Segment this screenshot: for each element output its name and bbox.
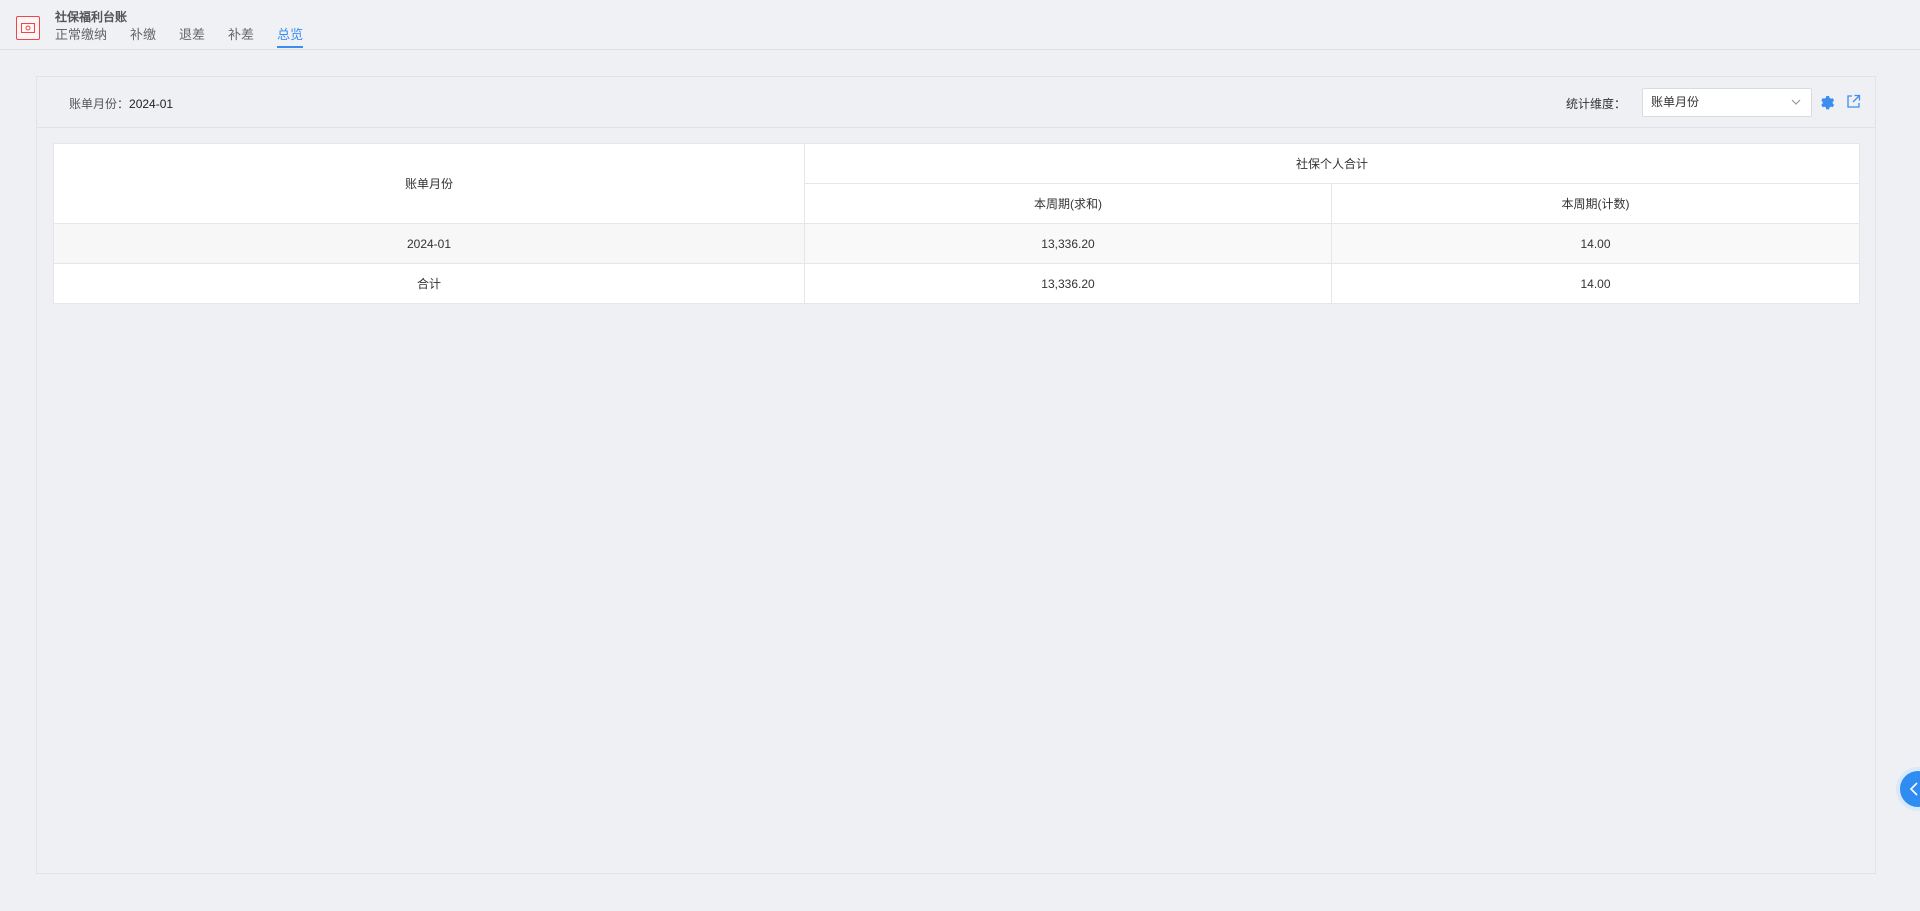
- chevron-left-icon: [1909, 782, 1918, 796]
- cell-month: 合计: [53, 263, 805, 304]
- side-toggle-button[interactable]: [1896, 767, 1920, 811]
- dimension-select-value: 账单月份: [1651, 95, 1700, 109]
- tab-supplement-difference[interactable]: 补差: [228, 27, 254, 49]
- overview-panel: 账单月份：2024-01 统计维度： 账单月份 账单月份 社保个人合计 本周期(…: [36, 76, 1876, 874]
- app-title: 社保福利台账: [55, 10, 128, 24]
- top-header: 社保福利台账 正常缴纳 补缴 退差 补差 总览: [0, 0, 1920, 50]
- table-total-row[interactable]: 合计 13,336.20 14.00: [53, 263, 1861, 304]
- tab-overview[interactable]: 总览: [277, 27, 304, 49]
- bill-month-value: 2024-01: [129, 97, 174, 111]
- filter-bar: 账单月份：2024-01 统计维度： 账单月份: [37, 77, 1875, 128]
- cell-sum: 13,336.20: [804, 223, 1332, 264]
- dimension-label: 统计维度：: [1565, 97, 1626, 111]
- column-header-count[interactable]: 本周期(计数): [1330, 183, 1861, 224]
- cell-month: 2024-01: [53, 223, 805, 264]
- summary-table: 账单月份 社保个人合计 本周期(求和) 本周期(计数) 2024-01 13,3…: [53, 143, 1861, 304]
- summary-table-wrapper: 账单月份 社保个人合计 本周期(求和) 本周期(计数) 2024-01 13,3…: [53, 143, 1861, 304]
- tab-refund-difference[interactable]: 退差: [179, 27, 205, 49]
- tab-back-payment[interactable]: 补缴: [130, 27, 156, 49]
- bill-month-info: 账单月份：2024-01: [69, 95, 173, 112]
- table-row[interactable]: 2024-01 13,336.20 14.00: [53, 223, 1861, 264]
- cell-count: 14.00: [1330, 223, 1861, 264]
- column-group-header: 社保个人合计: [803, 143, 1861, 184]
- chevron-down-icon: [1791, 99, 1801, 105]
- cell-count: 14.00: [1330, 263, 1861, 304]
- ledger-icon: [16, 16, 40, 40]
- column-header-sum[interactable]: 本周期(求和): [804, 183, 1332, 224]
- tab-bar: 正常缴纳 补缴 退差 补差 总览: [55, 27, 304, 49]
- column-header-bill-month[interactable]: 账单月份: [53, 143, 805, 224]
- bill-month-label: 账单月份：: [69, 97, 130, 111]
- dimension-select[interactable]: 账单月份: [1642, 88, 1812, 117]
- gear-icon[interactable]: [1819, 94, 1835, 110]
- tab-normal-payment[interactable]: 正常缴纳: [55, 27, 107, 49]
- external-link-icon[interactable]: [1846, 94, 1861, 109]
- cell-sum: 13,336.20: [804, 263, 1332, 304]
